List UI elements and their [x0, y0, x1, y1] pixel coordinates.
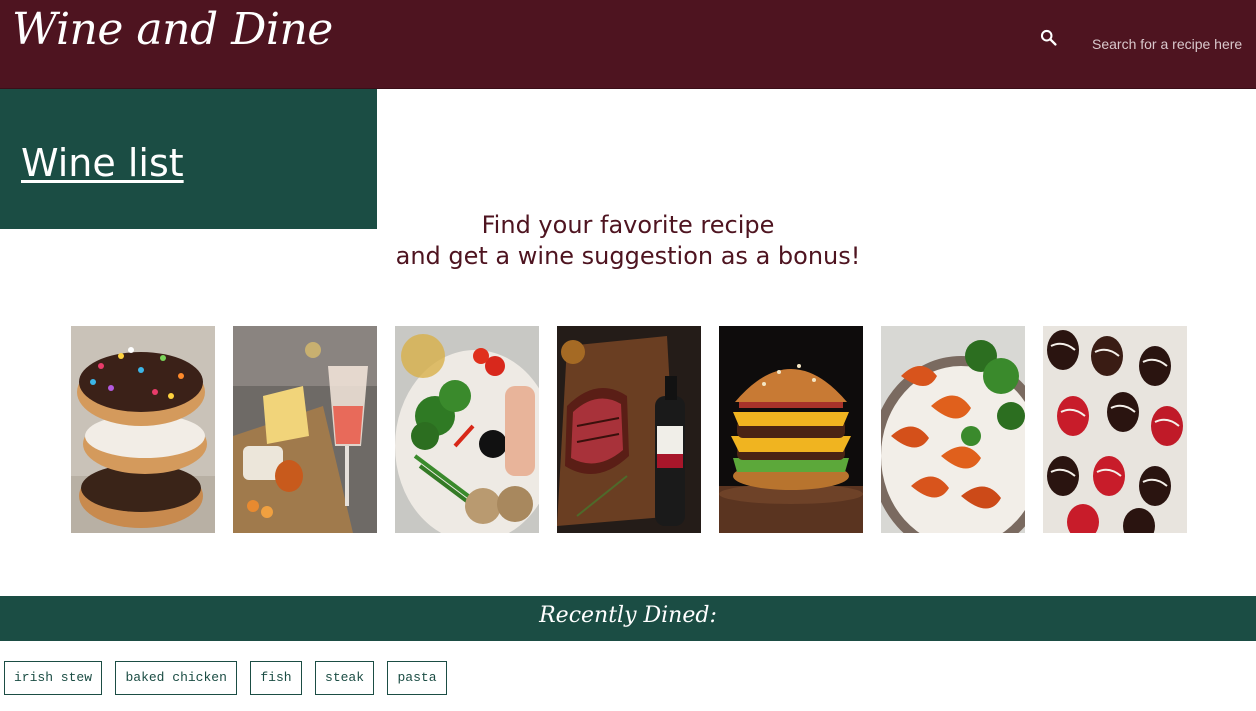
- recipe-image-shrimp[interactable]: [881, 326, 1025, 533]
- recent-item-baked-chicken[interactable]: baked chicken: [115, 661, 237, 695]
- recipe-image-steak[interactable]: [557, 326, 701, 533]
- wine-list-panel: Wine list: [0, 89, 377, 229]
- recent-item-pasta[interactable]: pasta: [387, 661, 447, 695]
- recently-dined-list: irish stew baked chicken fish steak past…: [4, 661, 456, 695]
- wine-list-link[interactable]: Wine list: [21, 141, 184, 185]
- recent-item-fish[interactable]: fish: [250, 661, 302, 695]
- search-icon[interactable]: [1038, 27, 1060, 49]
- recipe-image-donuts[interactable]: [71, 326, 215, 533]
- recipe-image-vegetable-platter[interactable]: [395, 326, 539, 533]
- recent-item-steak[interactable]: steak: [315, 661, 375, 695]
- recently-dined-title: Recently Dined:: [539, 603, 717, 628]
- recent-item-irish-stew[interactable]: irish stew: [4, 661, 103, 695]
- recipe-image-cheese-board[interactable]: [233, 326, 377, 533]
- site-header: Wine and Dine: [0, 0, 1256, 89]
- tagline-line-1: Find your favorite recipe: [481, 211, 775, 239]
- search-input[interactable]: [1086, 30, 1252, 58]
- recipe-image-burger[interactable]: [719, 326, 863, 533]
- recipe-image-chocolate-strawberries[interactable]: [1043, 326, 1187, 533]
- site-logo[interactable]: Wine and Dine: [12, 4, 333, 55]
- tagline: Find your favorite recipe and get a wine…: [328, 210, 928, 272]
- recipe-gallery: [71, 326, 1187, 533]
- tagline-line-2: and get a wine suggestion as a bonus!: [395, 242, 861, 270]
- recently-dined-bar: Recently Dined:: [0, 596, 1256, 641]
